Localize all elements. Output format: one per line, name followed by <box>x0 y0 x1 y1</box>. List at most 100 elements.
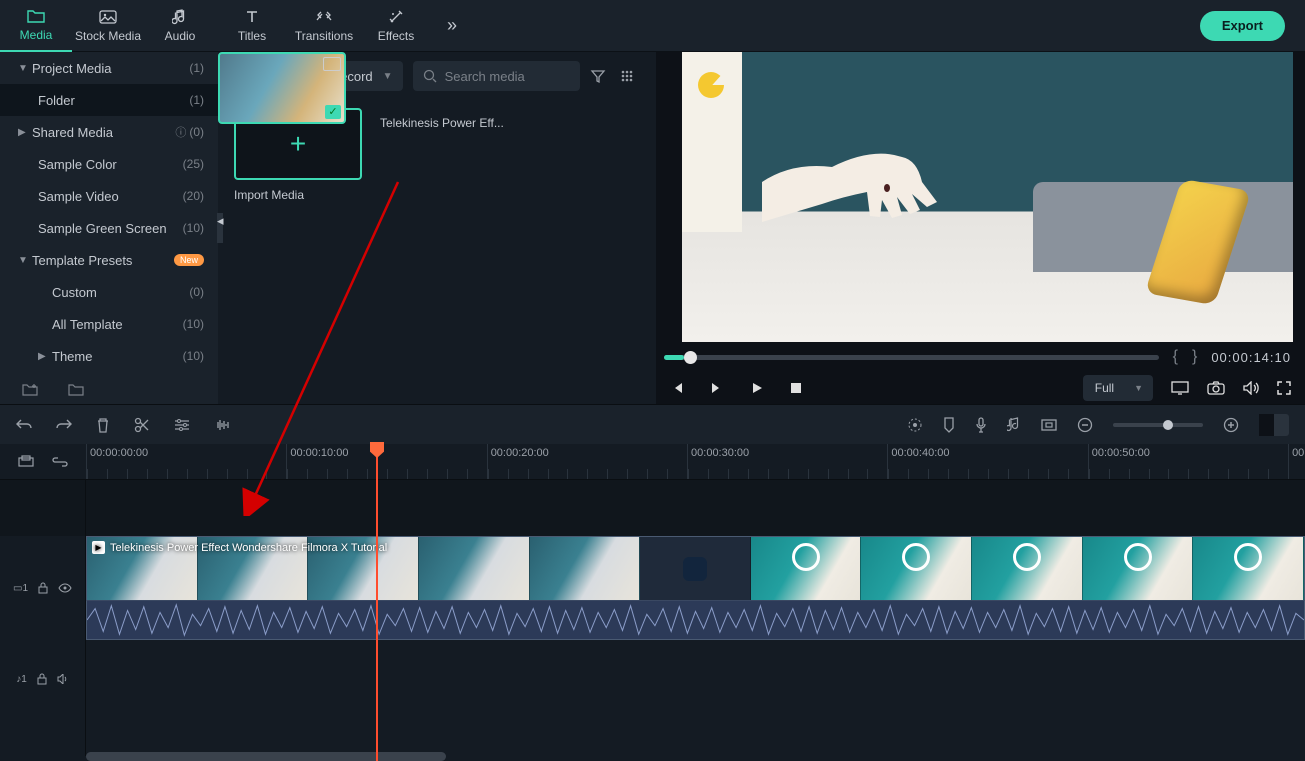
tab-transitions[interactable]: Transitions <box>288 0 360 52</box>
sidebar-custom[interactable]: Custom (0) <box>0 276 218 308</box>
link-icon[interactable] <box>52 457 68 467</box>
media-panel: ◂ Import ▼ Record ▼ + Import Media <box>218 52 656 404</box>
clip-audio-waveform <box>86 600 1305 640</box>
tab-stock-media[interactable]: Stock Media <box>72 0 144 52</box>
chevron-down-icon: ▼ <box>18 63 32 74</box>
zoom-out-button[interactable] <box>1077 417 1093 433</box>
grid-view-icon[interactable] <box>620 69 640 83</box>
folder-icon[interactable] <box>68 383 84 396</box>
speaker-icon[interactable] <box>57 674 69 684</box>
plus-icon: + <box>290 128 306 160</box>
sidebar-sample-video[interactable]: Sample Video (20) <box>0 180 218 212</box>
lock-icon[interactable] <box>38 582 48 594</box>
clip-play-icon: ▶ <box>92 541 105 554</box>
sidebar-footer <box>0 372 218 404</box>
undo-button[interactable] <box>16 418 32 432</box>
volume-icon[interactable] <box>1243 381 1259 395</box>
timeline-scrollbar[interactable] <box>86 752 446 761</box>
media-sidebar: ▼ Project Media (1) Folder (1) ▶ Shared … <box>0 52 218 404</box>
mark-out-icon[interactable]: } <box>1192 348 1197 366</box>
titles-icon <box>243 8 261 26</box>
more-tabs-button[interactable]: » <box>432 15 472 36</box>
display-icon[interactable] <box>1171 381 1189 395</box>
tab-label: Audio <box>165 29 196 43</box>
chevron-down-icon: ▼ <box>1134 383 1143 393</box>
audio-track-icon: ♪1 <box>16 674 27 685</box>
tab-media[interactable]: Media <box>0 0 72 52</box>
export-button[interactable]: Export <box>1200 11 1285 41</box>
transitions-icon <box>315 8 333 26</box>
tab-label: Media <box>20 28 53 42</box>
sidebar-sample-green-screen[interactable]: Sample Green Screen (10) <box>0 212 218 244</box>
audio-wave-button[interactable] <box>214 418 232 432</box>
snapshot-icon[interactable] <box>1207 381 1225 395</box>
effects-icon <box>387 8 405 26</box>
chevron-right-icon: ▶ <box>38 351 52 362</box>
tab-effects[interactable]: Effects <box>360 0 432 52</box>
preview-scrubber[interactable]: { } 00:00:14:10 <box>664 342 1291 372</box>
search-media-input[interactable] <box>413 61 580 91</box>
step-forward-button[interactable] <box>710 381 724 395</box>
tab-audio[interactable]: Audio <box>144 0 216 52</box>
timeline: 00:00:00:00 00:00:10:00 00:00:20:00 00:0… <box>0 444 1305 761</box>
voiceover-icon[interactable] <box>975 417 987 433</box>
marker-icon[interactable] <box>943 417 955 433</box>
top-tab-bar: Media Stock Media Audio Titles Transitio… <box>0 0 1305 52</box>
media-clip-card[interactable]: ✓ Telekinesis Power Eff... <box>380 108 508 202</box>
new-badge: New <box>174 254 204 266</box>
sidebar-shared-media[interactable]: ▶ Shared Media ⓘ (0) <box>0 116 218 148</box>
audio-mixer-icon[interactable] <box>1007 417 1021 433</box>
search-icon <box>423 69 437 83</box>
audio-track-head[interactable]: ♪1 <box>0 662 86 696</box>
stock-icon <box>99 8 117 26</box>
prev-frame-button[interactable] <box>670 381 684 395</box>
play-button[interactable] <box>750 381 764 395</box>
filter-icon[interactable] <box>590 68 610 84</box>
sidebar-all-template[interactable]: All Template (10) <box>0 308 218 340</box>
timeline-view-toggle[interactable] <box>1259 414 1289 436</box>
lock-icon[interactable] <box>37 673 47 685</box>
redo-button[interactable] <box>56 418 72 432</box>
preview-panel: { } 00:00:14:10 Full ▼ <box>656 52 1305 404</box>
timeline-ruler[interactable]: 00:00:00:00 00:00:10:00 00:00:20:00 00:0… <box>86 444 1305 479</box>
render-icon[interactable] <box>907 417 923 433</box>
crop-icon[interactable] <box>1041 419 1057 431</box>
zoom-slider[interactable] <box>1113 423 1203 427</box>
tab-label: Transitions <box>295 29 353 43</box>
panel-resize-handle[interactable]: ◂ <box>217 213 223 243</box>
hd-badge-icon <box>323 57 341 71</box>
timeline-toolbar <box>0 404 1305 444</box>
preview-viewport[interactable] <box>682 52 1293 342</box>
delete-button[interactable] <box>96 417 110 433</box>
zoom-in-button[interactable] <box>1223 417 1239 433</box>
sidebar-project-media[interactable]: ▼ Project Media (1) <box>0 52 218 84</box>
audio-icon <box>171 8 189 26</box>
sidebar-sample-color[interactable]: Sample Color (25) <box>0 148 218 180</box>
eye-icon[interactable] <box>58 583 72 593</box>
fit-timeline-icon[interactable] <box>18 455 34 469</box>
preview-timecode: 00:00:14:10 <box>1211 350 1291 365</box>
chevron-down-icon: ▼ <box>383 71 393 82</box>
tab-label: Effects <box>378 29 414 43</box>
adjust-button[interactable] <box>174 418 190 432</box>
sidebar-folder[interactable]: Folder (1) <box>0 84 218 116</box>
video-track-icon: ▭1 <box>13 583 28 594</box>
new-folder-icon[interactable] <box>22 383 38 396</box>
timeline-playhead[interactable] <box>376 444 378 761</box>
tab-titles[interactable]: Titles <box>216 0 288 52</box>
timeline-clip[interactable]: ▶Telekinesis Power Effect Wondershare Fi… <box>86 536 1305 640</box>
sidebar-template-presets[interactable]: ▼ Template Presets New <box>0 244 218 276</box>
video-track-head[interactable]: ▭1 <box>0 536 86 640</box>
check-icon: ✓ <box>325 105 341 119</box>
fullscreen-icon[interactable] <box>1277 381 1291 395</box>
quality-dropdown[interactable]: Full ▼ <box>1083 375 1153 401</box>
stop-button[interactable] <box>790 382 802 394</box>
split-button[interactable] <box>134 417 150 433</box>
tab-label: Titles <box>238 29 266 43</box>
tab-label: Stock Media <box>75 29 141 43</box>
sidebar-theme[interactable]: ▶ Theme (10) <box>0 340 218 372</box>
mark-in-icon[interactable]: { <box>1173 348 1178 366</box>
scrub-handle[interactable] <box>684 351 697 364</box>
media-grid: + Import Media ✓ Telekinesis Power Eff..… <box>218 100 656 210</box>
zoom-handle[interactable] <box>1163 420 1173 430</box>
